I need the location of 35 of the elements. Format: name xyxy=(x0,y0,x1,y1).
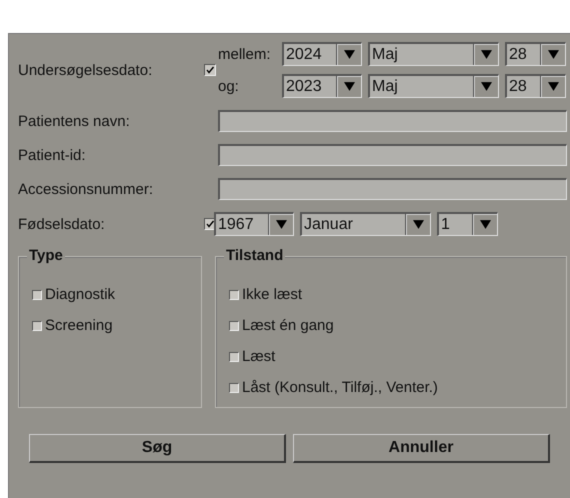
option-label: Læst xyxy=(242,348,276,365)
option-label: Diagnostik xyxy=(45,286,116,303)
birth-date-label: Fødselsdato: xyxy=(18,216,106,232)
year-dropdown[interactable]: 2023 xyxy=(282,74,362,98)
day-dropdown[interactable]: 1 xyxy=(437,212,498,236)
search-button[interactable]: Søg xyxy=(29,434,286,463)
checkbox[interactable] xyxy=(32,320,42,330)
input-field[interactable] xyxy=(218,178,567,200)
checkbox[interactable] xyxy=(229,382,239,392)
month-dropdown[interactable]: Maj xyxy=(368,42,499,66)
range-label: mellem: xyxy=(218,46,272,62)
option-label: Screening xyxy=(45,317,113,334)
day-dropdown[interactable]: 28 xyxy=(505,42,566,66)
month-dropdown[interactable]: Maj xyxy=(368,74,499,98)
option-label: Læst én gang xyxy=(242,317,334,334)
input-field[interactable] xyxy=(218,110,567,132)
exam-date-label: Undersøgelsesdato: xyxy=(18,62,154,78)
cancel-button[interactable]: Annuller xyxy=(293,434,550,463)
year-dropdown[interactable]: 1967 xyxy=(214,212,294,236)
input-field[interactable] xyxy=(218,144,567,166)
year-dropdown[interactable]: 2024 xyxy=(282,42,362,66)
field-label: Patient-id: xyxy=(18,146,87,164)
checkbox[interactable] xyxy=(229,320,239,330)
group-title: Type xyxy=(27,247,65,264)
checkbox[interactable] xyxy=(229,290,239,300)
checkbox[interactable] xyxy=(32,290,42,300)
checkbox[interactable] xyxy=(229,352,239,362)
day-dropdown[interactable]: 28 xyxy=(505,74,566,98)
option-label: Ikke læst xyxy=(242,286,302,303)
month-dropdown[interactable]: Januar xyxy=(300,212,431,236)
range-label: og: xyxy=(218,78,240,94)
field-label: Patientens navn: xyxy=(18,112,131,130)
option-label: Låst (Konsult., Tilføj., Venter.) xyxy=(242,379,438,396)
checkbox[interactable] xyxy=(204,64,216,76)
field-label: Accessionsnummer: xyxy=(18,180,154,198)
